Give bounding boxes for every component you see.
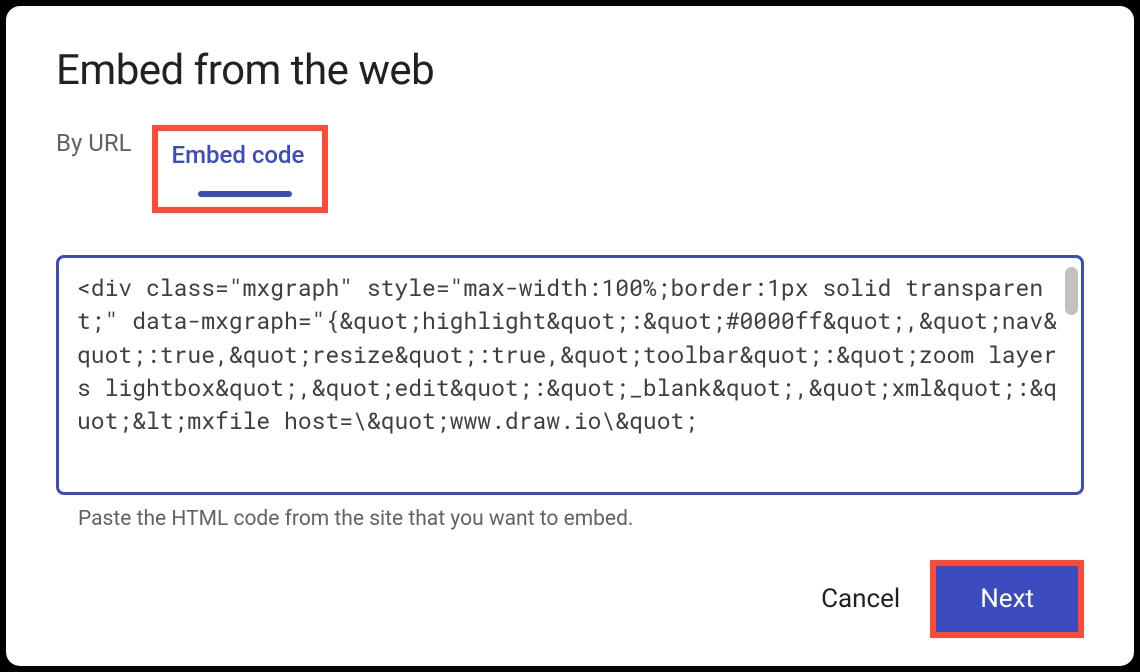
scrollbar-thumb[interactable] [1065,267,1078,315]
next-button[interactable]: Next [936,566,1078,632]
helper-text: Paste the HTML code from the site that y… [78,507,1084,531]
textarea-wrap [56,255,1084,499]
tab-by-url[interactable]: By URL [56,125,132,213]
cancel-button[interactable]: Cancel [809,568,912,630]
embed-code-input[interactable] [56,255,1084,495]
embed-dialog: Embed from the web By URL Embed code Pas… [6,6,1134,666]
annotation-highlight-tab: Embed code [152,125,329,213]
tabs: By URL Embed code [56,125,1084,213]
tab-embed-code[interactable]: Embed code [172,137,305,173]
annotation-highlight-next: Next [930,560,1084,638]
dialog-title: Embed from the web [56,46,1084,95]
dialog-actions: Cancel Next [809,560,1084,638]
